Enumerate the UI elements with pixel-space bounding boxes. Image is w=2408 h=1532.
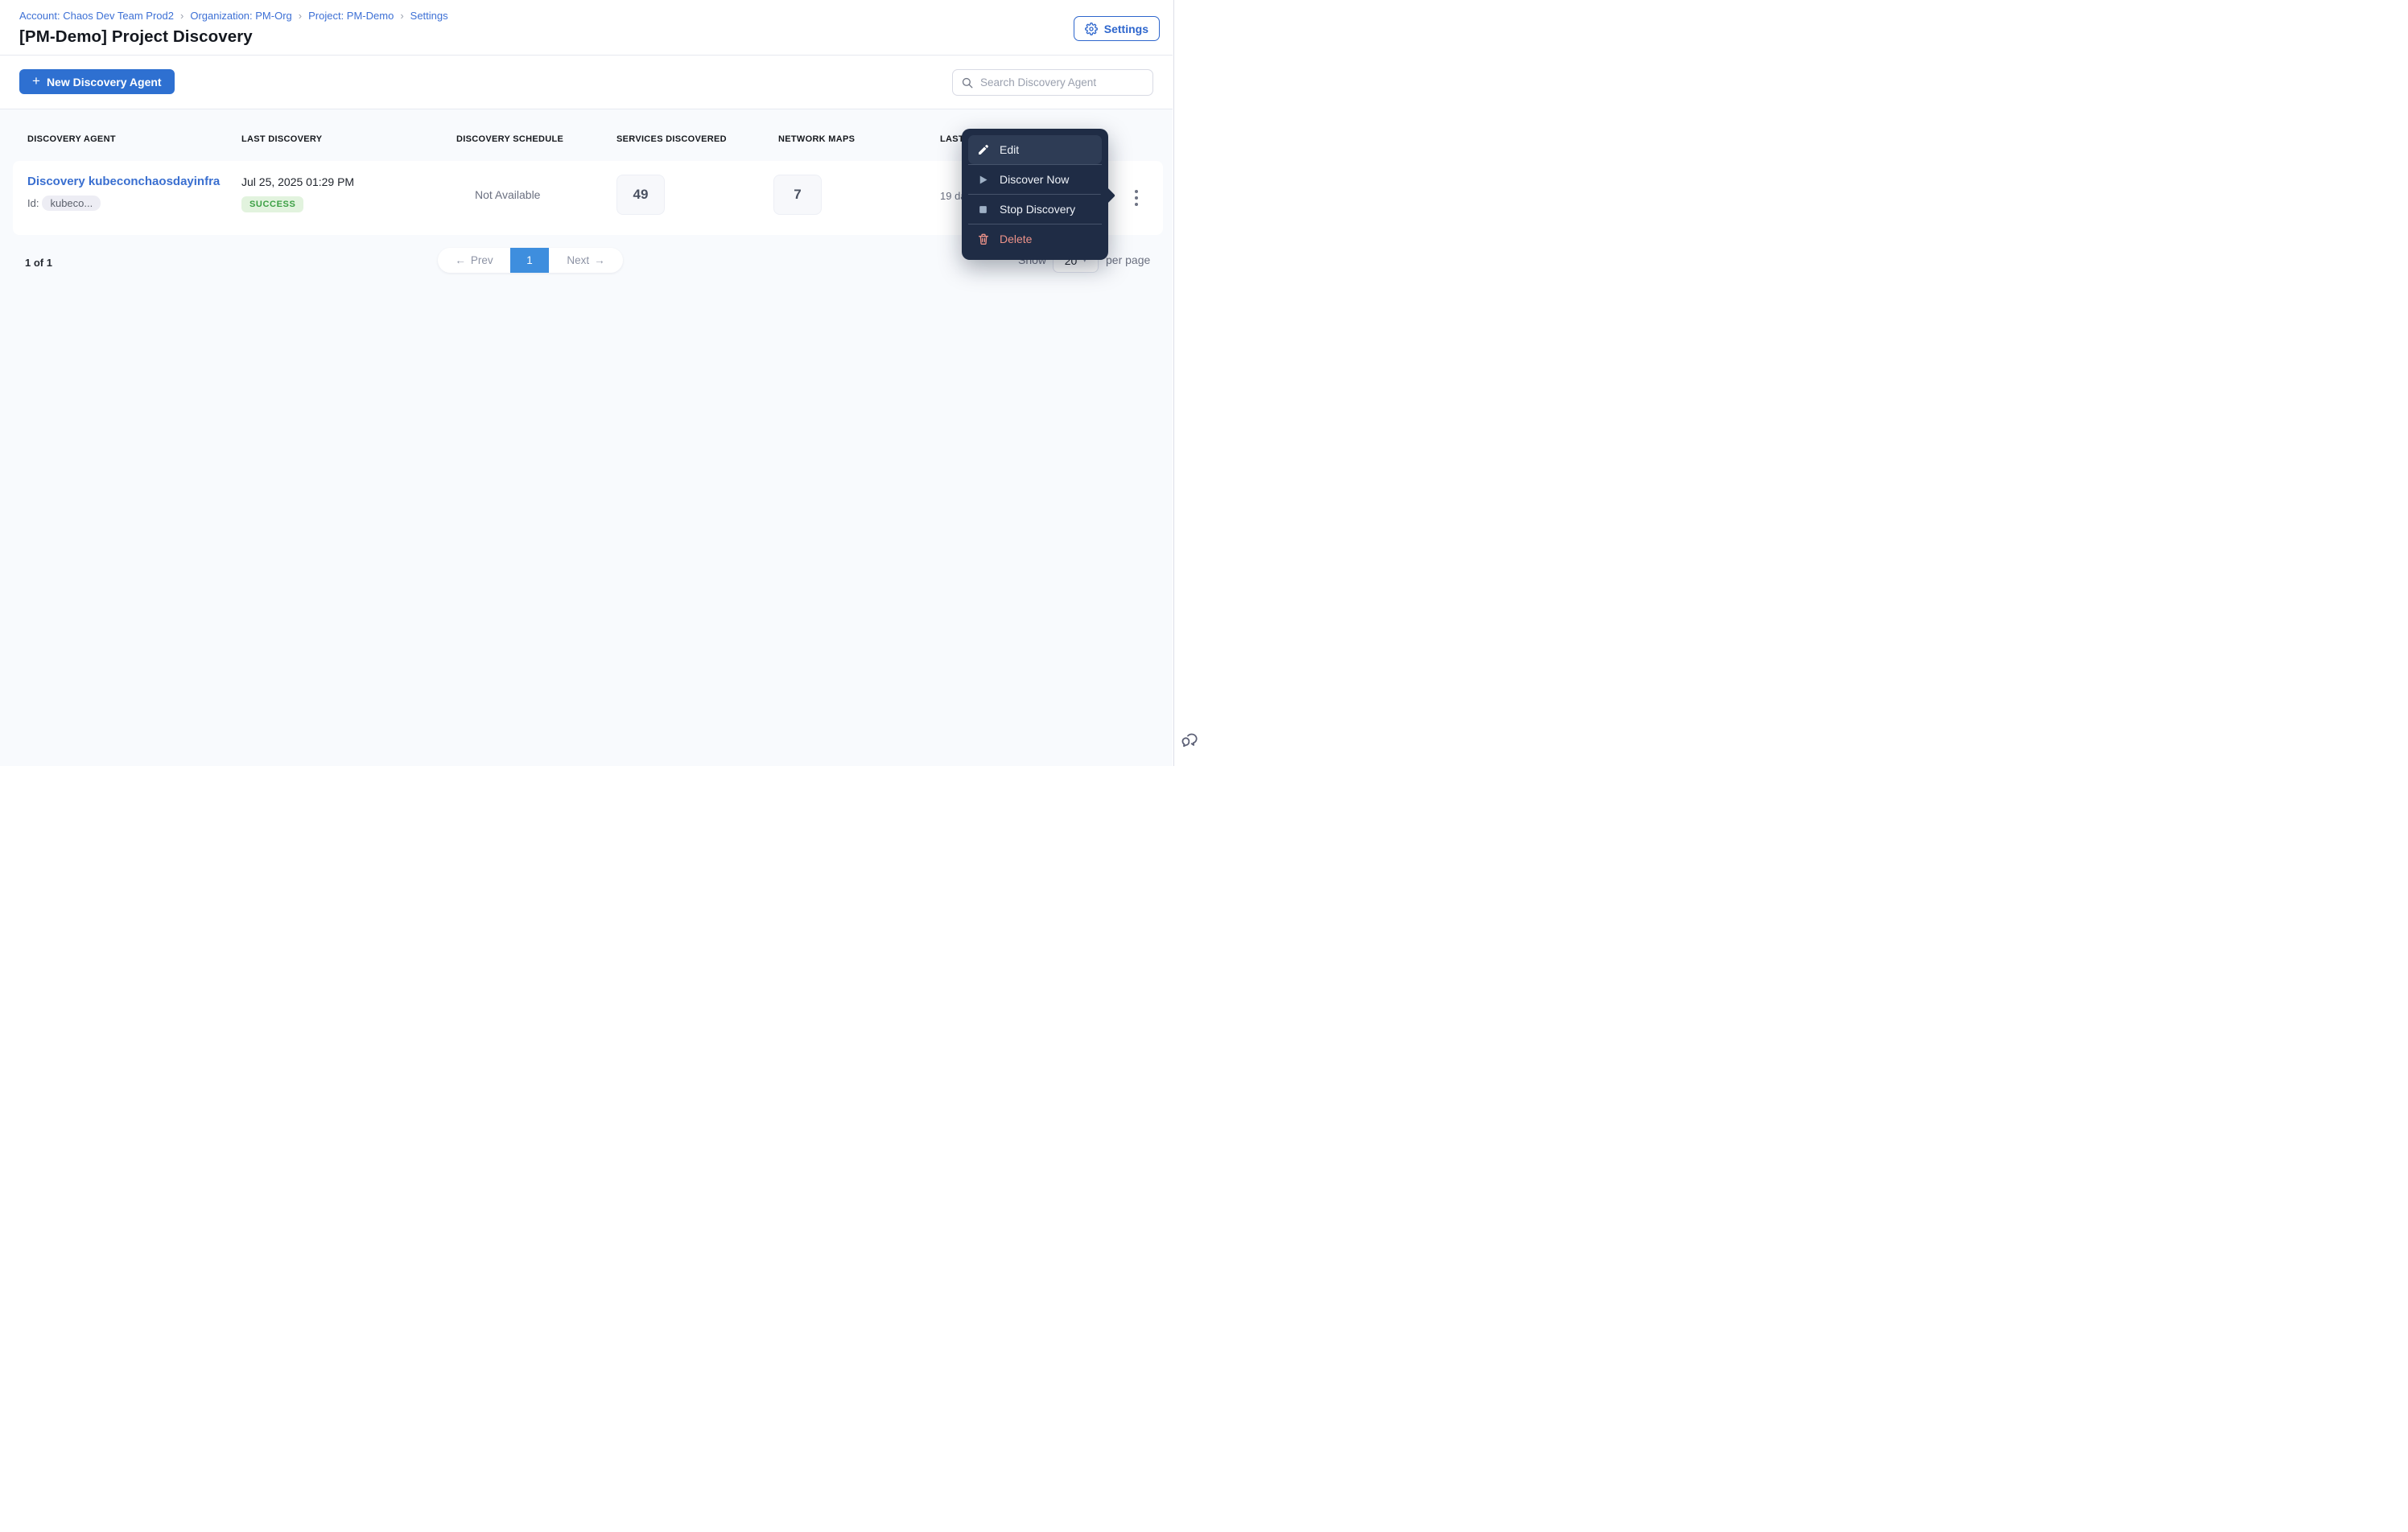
new-discovery-agent-label: New Discovery Agent	[46, 75, 162, 89]
settings-button-label: Settings	[1103, 22, 1148, 35]
agent-id-label: Id:	[27, 197, 39, 209]
prev-page-button[interactable]: ← Prev	[438, 248, 510, 273]
plus-icon: +	[32, 72, 40, 89]
menu-item-discover-now[interactable]: Discover Now	[968, 165, 1102, 194]
menu-item-delete-label: Delete	[1000, 233, 1033, 245]
breadcrumb-separator-icon: ›	[179, 10, 184, 22]
status-badge: SUCCESS	[241, 196, 304, 212]
agent-name-link[interactable]: Discovery kubeconchaosdayinfra	[27, 175, 220, 188]
breadcrumb: Account: Chaos Dev Team Prod2 › Organiza…	[19, 10, 448, 22]
header-divider	[0, 55, 1173, 56]
menu-item-delete[interactable]: Delete	[968, 224, 1102, 253]
column-header-network-maps: NETWORK MAPS	[778, 134, 856, 144]
trash-icon	[976, 233, 990, 246]
breadcrumb-separator-icon: ›	[298, 10, 303, 22]
breadcrumb-separator-icon: ›	[400, 10, 404, 22]
page-number-active[interactable]: 1	[510, 248, 549, 273]
right-side-rail	[1173, 0, 1204, 766]
search-icon	[961, 76, 974, 89]
pen-icon	[976, 143, 990, 157]
chat-support-icon[interactable]	[1180, 731, 1199, 750]
menu-item-stop-discovery[interactable]: Stop Discovery	[968, 195, 1102, 224]
next-page-button[interactable]: Next →	[549, 248, 623, 273]
stop-icon	[976, 203, 990, 216]
search-box	[952, 69, 1153, 96]
settings-button[interactable]: Settings	[1073, 16, 1160, 41]
new-discovery-agent-button[interactable]: + New Discovery Agent	[19, 69, 175, 94]
right-arrow-icon: →	[594, 254, 605, 266]
services-discovered-count: 49	[616, 175, 665, 215]
breadcrumb-account[interactable]: Account: Chaos Dev Team Prod2	[19, 10, 174, 22]
menu-item-discover-now-label: Discover Now	[1000, 173, 1070, 186]
pager: ← Prev 1 Next →	[438, 248, 623, 273]
agent-id: Id: kubeco...	[27, 196, 101, 211]
search-input[interactable]	[980, 76, 1144, 89]
network-maps-count: 7	[773, 175, 822, 215]
row-kebab-menu-icon[interactable]	[1125, 182, 1148, 214]
menu-item-edit-label: Edit	[1000, 143, 1020, 156]
prev-label: Prev	[470, 254, 493, 266]
play-icon	[976, 173, 990, 187]
column-header-discovery-schedule: DISCOVERY SCHEDULE	[456, 134, 564, 144]
left-arrow-icon: ←	[455, 254, 466, 266]
pagination-summary: 1 of 1	[25, 257, 52, 269]
row-context-menu: Edit Discover Now Stop Discovery Delete	[962, 129, 1115, 260]
breadcrumb-settings[interactable]: Settings	[410, 10, 448, 22]
breadcrumb-project[interactable]: Project: PM-Demo	[308, 10, 394, 22]
discovery-schedule-value: Not Available	[475, 188, 541, 201]
project-discovery-page: Account: Chaos Dev Team Prod2 › Organiza…	[0, 0, 1204, 766]
agent-id-value[interactable]: kubeco...	[42, 196, 101, 211]
column-header-last-discovery: LAST DISCOVERY	[241, 134, 323, 144]
column-header-last-discovered: LAST	[940, 134, 964, 144]
breadcrumb-organization[interactable]: Organization: PM-Org	[190, 10, 291, 22]
page-title: [PM-Demo] Project Discovery	[19, 27, 253, 46]
column-header-services-discovered: SERVICES DISCOVERED	[616, 134, 727, 144]
column-header-discovery-agent: DISCOVERY AGENT	[27, 134, 116, 144]
last-discovery-date: Jul 25, 2025 01:29 PM	[241, 175, 355, 188]
menu-item-edit[interactable]: Edit	[968, 135, 1102, 164]
next-label: Next	[567, 254, 590, 266]
per-page-label: per page	[1106, 253, 1151, 266]
gear-icon	[1085, 22, 1099, 35]
menu-item-stop-discovery-label: Stop Discovery	[1000, 203, 1076, 216]
